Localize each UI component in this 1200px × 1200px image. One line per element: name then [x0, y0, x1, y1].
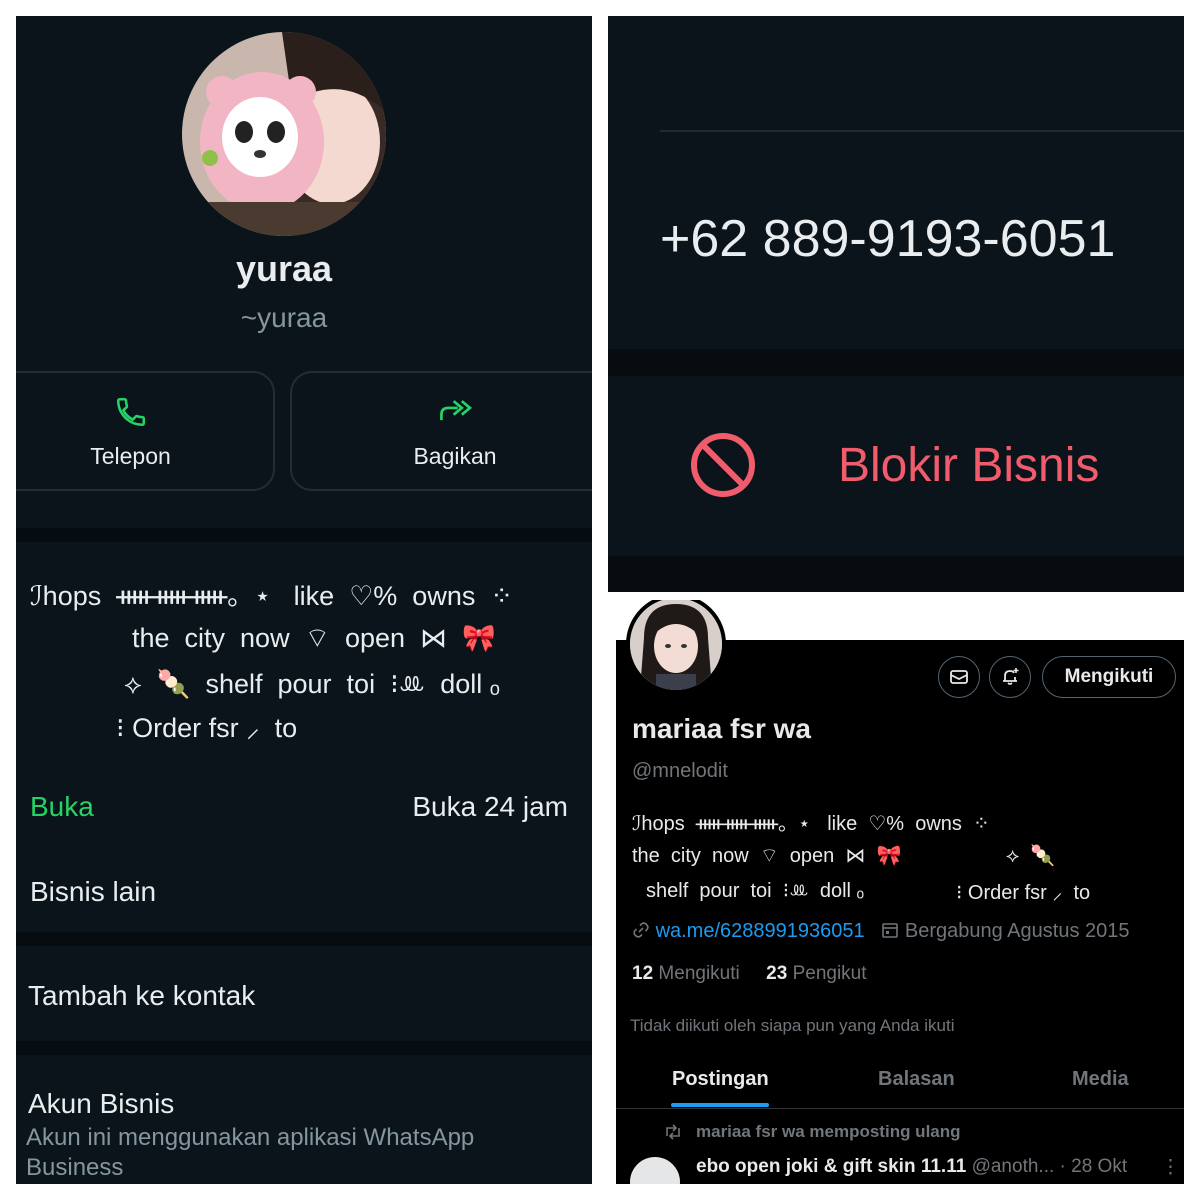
divider-line: [660, 130, 1184, 132]
account-type-title: Akun Bisnis: [28, 1088, 175, 1119]
share-button[interactable]: Bagikan: [290, 371, 592, 491]
following-count: 12: [632, 963, 654, 984]
section-divider: [608, 556, 1184, 592]
followers-link[interactable]: 23 Pengikut: [766, 963, 866, 984]
bio-line: ℐhops ᚔᚔᚔ。⋆ like ♡% owns ⁘: [632, 813, 990, 835]
profile-avatar[interactable]: [182, 32, 386, 236]
call-button[interactable]: Telepon: [16, 371, 275, 491]
tab-posts[interactable]: Postingan: [672, 1068, 769, 1091]
contact-info-panel: +62 889-9193-6051 Blokir Bisnis: [608, 16, 1184, 592]
profile-avatar[interactable]: [626, 600, 726, 694]
about-line: ℐhops ᚔᚔᚔ。⋆ like ♡% owns ⁘: [30, 581, 513, 611]
profile-name: mariaa fsr wa: [632, 713, 811, 744]
not-followed-note: Tidak diikuti oleh siapa pun yang Anda i…: [630, 1016, 955, 1035]
add-contact-button[interactable]: Tambah ke kontak: [28, 980, 255, 1012]
about-line: the city now ⌔ open ⋈ 🎀: [132, 623, 496, 653]
more-options-icon[interactable]: ⋮: [1161, 1156, 1180, 1179]
x-profile-panel: Mengikuti mariaa fsr wa @mnelodit ℐhops …: [616, 600, 1184, 1184]
profile-link[interactable]: wa.me/6288991936051: [656, 920, 865, 942]
following-link[interactable]: 12 Mengikuti: [632, 963, 740, 984]
message-button[interactable]: [938, 656, 980, 698]
link-icon: [632, 920, 656, 942]
phone-icon: [114, 395, 148, 434]
notifications-button[interactable]: [989, 656, 1031, 698]
share-icon: [436, 395, 474, 434]
call-label: Telepon: [90, 443, 171, 469]
block-business-button[interactable]: Blokir Bisnis: [838, 438, 1099, 493]
bio-line: ⁝ Order fsr ⸝ to: [956, 882, 1091, 904]
active-tab-indicator: [671, 1103, 769, 1107]
post-author: ebo open joki & gift skin 11.11: [696, 1156, 967, 1177]
post-date: · 28 Okt: [1059, 1156, 1128, 1177]
bio-line: the city now ⌔ open ⋈ 🎀: [632, 845, 902, 867]
whatsapp-profile-panel: yuraa ~yuraa Telepon Bagikan ℐhops ᚔᚔᚔ。⋆…: [16, 16, 592, 1184]
profile-handle: @mnelodit: [632, 760, 728, 782]
tabs-border: [616, 1108, 1184, 1109]
about-line: ⁝ Order fsr ⸝ to: [116, 713, 298, 743]
post-avatar[interactable]: [630, 1157, 680, 1184]
follow-stats: 12 Mengikuti 23 Pengikut: [632, 963, 867, 985]
section-divider: [16, 932, 592, 946]
account-type-description: Akun ini menggunakan aplikasi WhatsApp B…: [26, 1124, 475, 1181]
following-label: Mengikuti: [658, 963, 740, 984]
phone-number[interactable]: +62 889-9193-6051: [660, 209, 1115, 269]
share-label: Bagikan: [413, 443, 497, 469]
other-business-link[interactable]: Bisnis lain: [30, 876, 156, 908]
block-icon: [688, 430, 758, 505]
hours-label: Buka: [30, 791, 94, 822]
post-handle: @anoth...: [971, 1156, 1055, 1177]
about-line: ⟡ 🍡 shelf pour toi ⁝ꔛ doll ₒ: [124, 669, 500, 699]
profile-links-row: wa.me/6288991936051 Bergabung Agustus 20…: [632, 920, 1130, 943]
repost-icon: [664, 1124, 682, 1145]
hours-value[interactable]: Buka 24 jam: [412, 791, 568, 823]
section-divider: [16, 1041, 592, 1055]
section-divider: [16, 528, 592, 542]
profile-name: yuraa: [235, 248, 333, 289]
repost-label: mariaa fsr wa memposting ulang: [696, 1122, 961, 1141]
bio-line: shelf pour toi ⁝ꔛ doll ₒ: [646, 880, 865, 902]
followers-label: Pengikut: [792, 963, 867, 984]
section-divider: [608, 349, 1184, 376]
tab-media[interactable]: Media: [1072, 1068, 1129, 1091]
profile-handle: ~yuraa: [240, 302, 328, 333]
following-button[interactable]: Mengikuti: [1042, 656, 1176, 698]
calendar-icon: [881, 920, 905, 942]
tab-replies[interactable]: Balasan: [878, 1068, 955, 1091]
post-header[interactable]: ebo open joki & gift skin 11.11 @anoth..…: [696, 1156, 1127, 1178]
bio-line: ⟡ 🍡: [1006, 845, 1056, 867]
join-date: Bergabung Agustus 2015: [904, 920, 1130, 942]
followers-count: 23: [766, 963, 788, 984]
